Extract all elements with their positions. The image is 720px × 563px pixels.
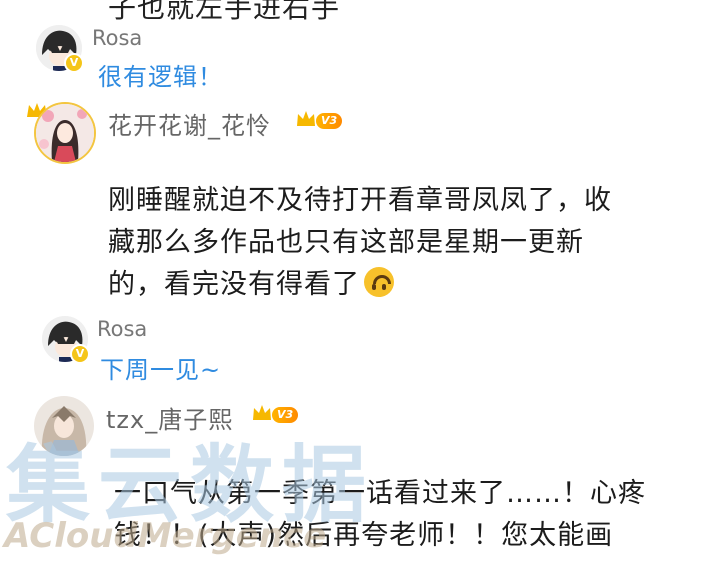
comment-text: 一口气从第一季第一话看过来了……！心疼 钱！！(大声)然后再夸老师！！您太能画 (114, 473, 646, 557)
reply-author-name[interactable]: Rosa (97, 317, 147, 341)
level-badge: V3 (316, 113, 343, 129)
avatar-illustration (34, 396, 94, 456)
avatar (34, 102, 96, 164)
vip-crown-icon (296, 110, 316, 128)
comment-line: 一口气从第一季第一话看过来了……！心疼 (114, 478, 646, 509)
comment-line: 刚睡醒就迫不及待打开看章哥凤凤了，收 (108, 185, 612, 216)
reply-text: 下周一见~ (100, 356, 222, 384)
reply-text: 很有逻辑！ (98, 63, 223, 91)
comment-line: 钱！！(大声)然后再夸老师！！您太能画 (114, 520, 614, 551)
comment-line: 的，看完没有得看了 (108, 264, 612, 306)
rosa-avatar-1[interactable]: V (36, 25, 86, 75)
level-badge: V3 (272, 407, 299, 423)
verified-badge-icon: V (64, 53, 84, 73)
previous-comment-partial-text: 子也就左手进右手 (108, 0, 341, 24)
verified-badge-icon: V (70, 344, 90, 364)
commenter-avatar-2[interactable] (34, 396, 98, 460)
commenter-name[interactable]: tzx_唐子熙 (106, 400, 233, 435)
rosa-avatar-2[interactable]: V (42, 316, 92, 366)
vip-crown-icon (252, 404, 272, 422)
comment-line-text: 的，看完没有得看了 (108, 269, 360, 300)
comment-line: 藏那么多作品也只有这部是星期一更新 (108, 227, 584, 258)
commenter-avatar-1[interactable] (24, 98, 100, 164)
upside-down-face-icon (364, 267, 394, 297)
avatar-illustration (36, 104, 94, 162)
commenter-name[interactable]: 花开花谢_花怜 (108, 106, 271, 141)
reply-author-name[interactable]: Rosa (92, 26, 142, 50)
comment-text: 刚睡醒就迫不及待打开看章哥凤凤了，收 藏那么多作品也只有这部是星期一更新 的，看… (108, 180, 612, 306)
avatar (34, 396, 94, 456)
